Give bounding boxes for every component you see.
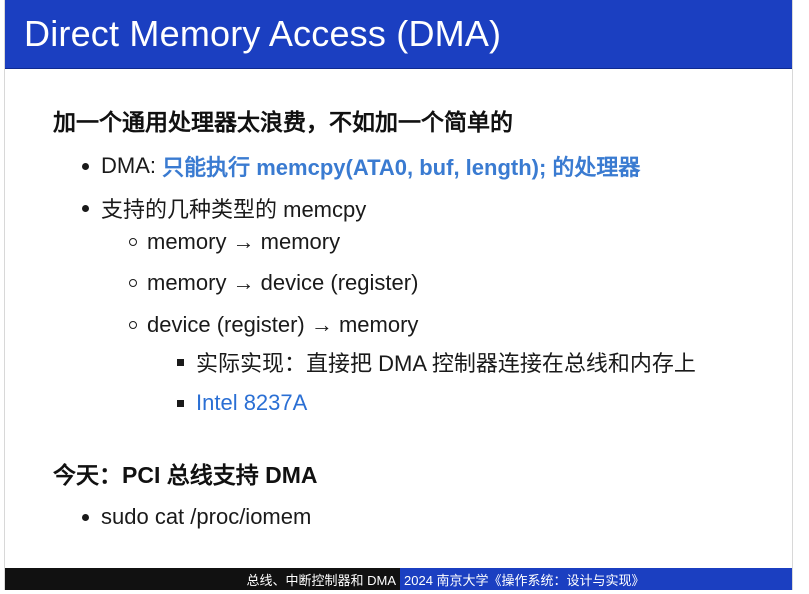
section-heading-pci: 今天：PCI 总线支持 DMA	[53, 462, 318, 488]
bullet-square-icon	[177, 358, 184, 366]
slide-content: 加一个通用处理器太浪费，不如加一个简单的 DMA: 只能执行 memcpy(AT…	[5, 0, 792, 590]
item-prefix: DMA:	[101, 153, 163, 178]
footer-section-title: 总线、中断控制器和 DMA	[5, 568, 400, 590]
subitem-device-memory: device (register) → memory	[129, 312, 418, 338]
section-heading-dma: 加一个通用处理器太浪费，不如加一个简单的	[53, 109, 513, 135]
bullet-circle-icon	[129, 238, 137, 246]
subitem-text: device (register) → memory	[147, 312, 419, 337]
subsubitem-intel-8237a[interactable]: Intel 8237A	[177, 390, 307, 416]
subitem-memory-device: memory → device (register)	[129, 270, 418, 296]
bullet-item-dma: DMA: 只能执行 memcpy(ATA0, buf, length); 的处理…	[82, 150, 640, 182]
bullet-circle-icon	[129, 321, 137, 329]
slide-footer: 总线、中断控制器和 DMA 2024 南京大学《操作系统：设计与实现》	[5, 568, 792, 590]
bullet-item-iomem: sudo cat /proc/iomem	[82, 504, 311, 530]
bullet-circle-icon	[129, 279, 137, 287]
subitem-text: memory → device (register)	[147, 270, 419, 295]
subitem-text: memory → memory	[147, 229, 341, 254]
intel-8237a-link[interactable]: Intel 8237A	[196, 390, 307, 416]
subsubitem-implementation: 实际实现：直接把 DMA 控制器连接在总线和内存上	[177, 346, 696, 378]
item-text: sudo cat /proc/iomem	[101, 504, 312, 529]
bullet-dot-icon	[82, 513, 89, 521]
bullet-dot-icon	[82, 162, 89, 170]
subitem-memory-memory: memory → memory	[129, 229, 340, 255]
bullet-dot-icon	[82, 204, 89, 212]
subsubitem-text: 实际实现：直接把 DMA 控制器连接在总线和内存上	[196, 351, 696, 376]
item-text: 支持的几种类型的 memcpy	[101, 197, 367, 222]
bullet-square-icon	[177, 399, 184, 407]
slide: Direct Memory Access (DMA) 加一个通用处理器太浪费，不…	[4, 0, 793, 590]
footer-course-info: 2024 南京大学《操作系统：设计与实现》	[400, 568, 792, 590]
item-accent-text: 只能执行 memcpy(ATA0, buf, length); 的处理器	[162, 155, 641, 180]
bullet-item-memcpy-types: 支持的几种类型的 memcpy	[82, 192, 366, 224]
